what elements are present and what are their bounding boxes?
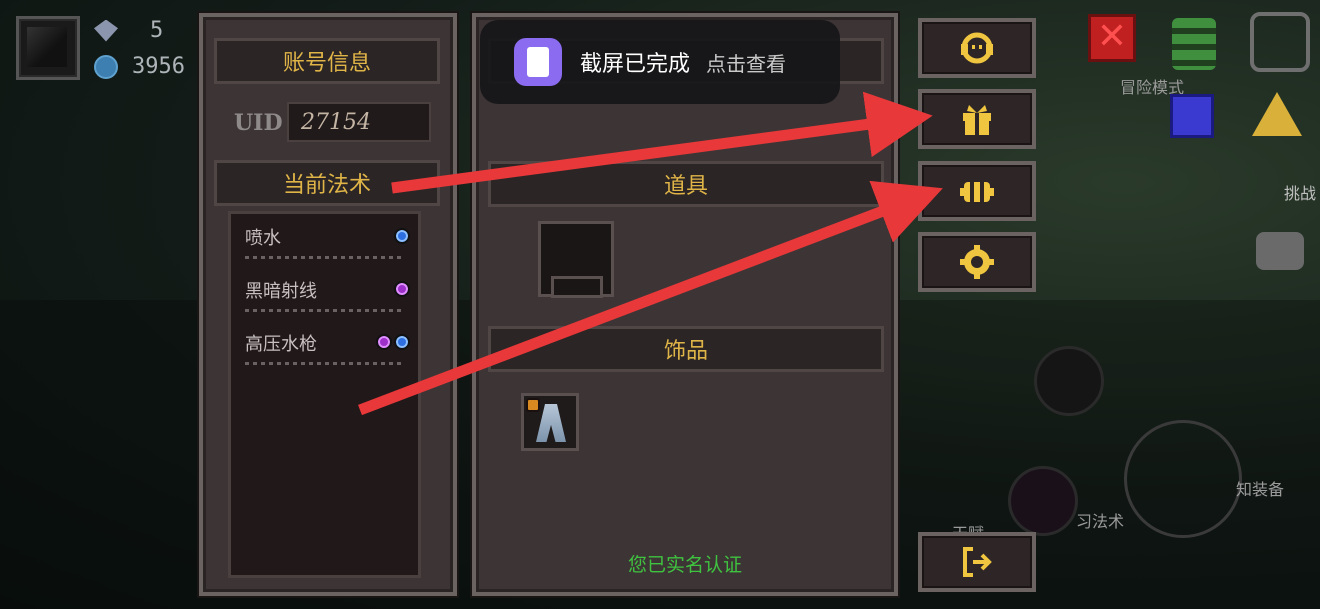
joystick-icon[interactable] <box>1124 420 1242 538</box>
item-slot[interactable] <box>538 221 614 298</box>
settings-button[interactable] <box>918 232 1036 292</box>
water-element-icon <box>394 334 410 350</box>
gear-icon <box>960 245 994 279</box>
bee-button[interactable] <box>918 161 1036 221</box>
uid-field[interactable]: 27154 <box>287 102 431 142</box>
spell-item[interactable]: 高压水枪 <box>245 330 410 376</box>
spell-element-icons <box>376 334 410 350</box>
player-portrait[interactable] <box>16 16 80 80</box>
current-spells-title: 当前法术 <box>282 173 371 198</box>
gem-counter: 5 <box>94 18 163 43</box>
gem-count: 5 <box>150 18 164 43</box>
cloak-icon <box>536 404 566 442</box>
dark-element-icon <box>376 334 392 350</box>
support-button[interactable] <box>918 18 1036 78</box>
challenge-label: 挑战 <box>1284 184 1317 203</box>
toast-title: 截屏已完成 <box>580 52 691 77</box>
account-info-header: 账号信息 <box>214 38 440 84</box>
screenshot-toast[interactable]: 截屏已完成 点击查看 <box>480 20 840 104</box>
screenshot-icon <box>514 38 562 86</box>
exit-button[interactable] <box>918 532 1036 592</box>
uid-label: UID <box>234 110 283 136</box>
spell-item[interactable]: 喷水 <box>245 224 410 270</box>
stack-icon[interactable] <box>1172 18 1216 70</box>
spell-divider <box>245 309 405 312</box>
items-header: 道具 <box>488 161 884 207</box>
spell-name: 高压水枪 <box>245 334 317 355</box>
coin-counter: 3956 <box>94 54 185 79</box>
water-element-icon <box>394 228 410 244</box>
exit-icon <box>963 547 992 577</box>
chat-icon[interactable] <box>1256 232 1304 270</box>
present-icon[interactable] <box>1170 94 1214 138</box>
toast-action[interactable]: 点击查看 <box>706 48 786 77</box>
headset-icon <box>961 32 993 64</box>
spell-element-icons <box>394 228 410 244</box>
accessories-header: 饰品 <box>488 326 884 372</box>
accessory-slot[interactable] <box>521 393 579 451</box>
water-skill-icon[interactable] <box>1034 346 1104 416</box>
dark-skill-icon[interactable] <box>1008 466 1078 536</box>
item-slot-base <box>551 276 603 298</box>
spell-item[interactable]: 黑暗射线 <box>245 277 410 323</box>
coin-count: 3956 <box>132 54 185 79</box>
spell-divider <box>245 362 405 365</box>
equip-label: 知装备 <box>1236 480 1285 499</box>
spell-label: 习法术 <box>1076 512 1125 531</box>
spell-list: 喷水 黑暗射线 高压水枪 <box>228 211 421 578</box>
spell-name: 黑暗射线 <box>245 281 317 302</box>
spell-name: 喷水 <box>245 228 281 249</box>
items-title: 道具 <box>663 174 708 199</box>
gem-icon <box>94 19 118 42</box>
accessories-title: 饰品 <box>663 339 708 364</box>
coin-icon <box>94 54 118 79</box>
gift-icon <box>963 105 991 135</box>
spell-divider <box>245 256 405 259</box>
dark-element-icon <box>394 281 410 297</box>
realname-status: 您已实名认证 <box>627 554 742 576</box>
bee-icon <box>960 182 994 202</box>
close-red-icon[interactable]: ✕ <box>1088 14 1136 62</box>
account-info-title: 账号信息 <box>282 51 371 76</box>
rarity-badge-icon <box>526 398 540 412</box>
gift-button[interactable] <box>918 89 1036 149</box>
spell-element-icons <box>394 281 410 297</box>
current-spells-header: 当前法术 <box>214 160 440 206</box>
power-icon[interactable] <box>1250 12 1310 72</box>
